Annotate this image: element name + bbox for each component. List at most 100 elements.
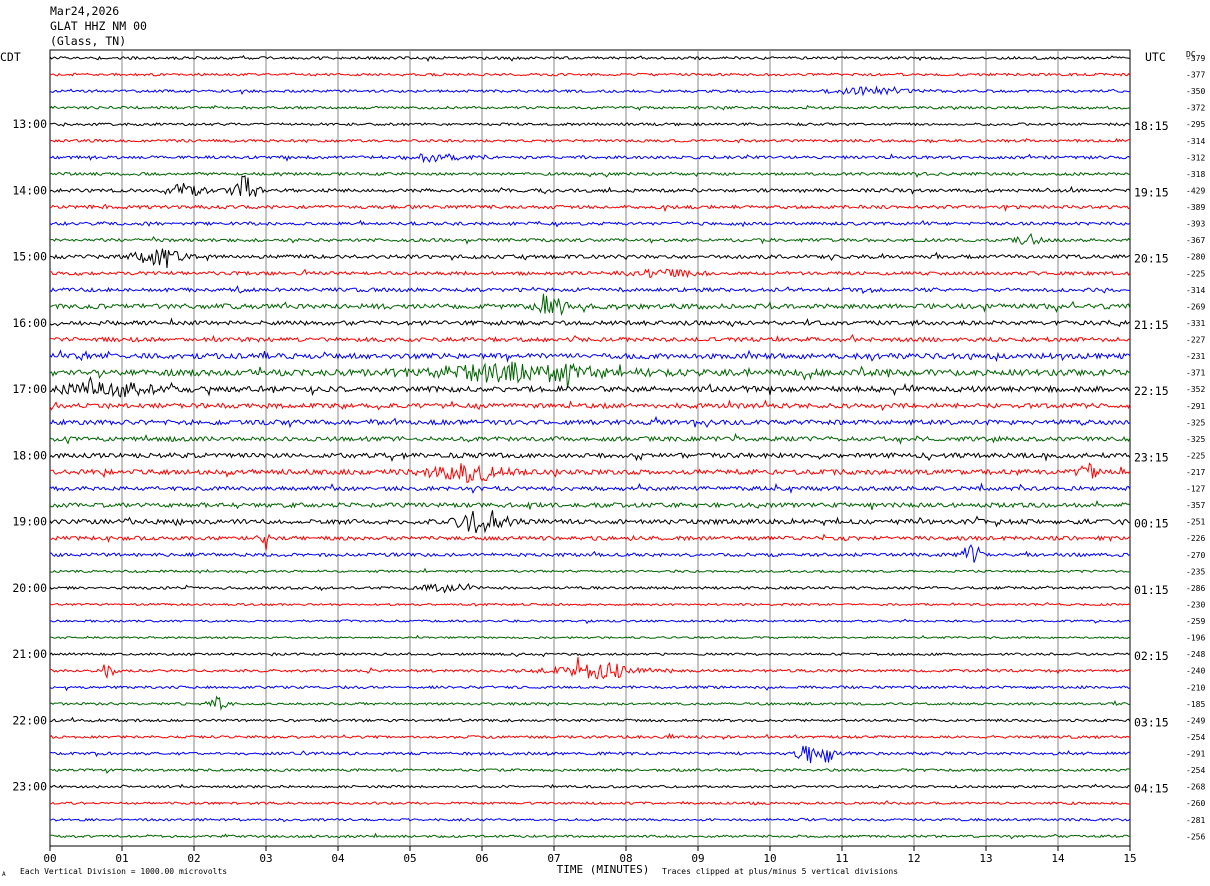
trace-row: [49, 716, 1131, 723]
trace-row: [49, 248, 1131, 269]
trace-row: [49, 137, 1130, 144]
left-hour-label: 23:00: [12, 780, 47, 794]
dc-offset-label: -259: [1186, 617, 1205, 626]
trace-row: [49, 333, 1131, 343]
dc-offset-label: -393: [1186, 220, 1205, 229]
trace-row: [49, 285, 1131, 295]
dc-offset-label: -291: [1186, 402, 1205, 411]
plot-frame: [49, 49, 1131, 847]
trace-row: [49, 121, 1131, 127]
left-hour-label: 15:00: [12, 250, 47, 264]
trace-row: [49, 54, 1131, 62]
left-hour-label: 16:00: [12, 316, 47, 330]
trace-row: [49, 415, 1131, 429]
x-tick-label: 02: [187, 852, 200, 865]
dc-offset-label: -127: [1186, 485, 1205, 494]
right-hour-label: 20:15: [1134, 252, 1169, 266]
right-hour-label: 01:15: [1134, 583, 1169, 597]
left-timezone-label: CDT: [0, 50, 21, 64]
trace-row: [49, 544, 1131, 563]
dc-offset-label: -291: [1186, 750, 1205, 759]
x-tick-label: 00: [43, 852, 56, 865]
dc-offset-label: -377: [1186, 71, 1205, 80]
trace-row: [49, 268, 1131, 279]
trace-row: [49, 510, 1131, 534]
trace-row: [49, 582, 1131, 594]
trace-row: [49, 832, 1130, 840]
left-hour-label: 14:00: [12, 183, 47, 197]
dc-offset-label: -286: [1186, 584, 1205, 593]
x-tick-label: 03: [259, 852, 272, 865]
dc-offset-label: -269: [1186, 302, 1205, 311]
dc-offset-label: -371: [1186, 369, 1205, 378]
trace-row: [49, 533, 1131, 551]
trace-row: [49, 462, 1131, 484]
right-hour-label: 19:15: [1134, 185, 1169, 199]
dc-offset-label: -196: [1186, 634, 1205, 643]
x-tick-label: 10: [763, 852, 776, 865]
x-axis-label: TIME (MINUTES): [557, 863, 650, 876]
trace-row: [49, 85, 1131, 97]
trace-row: [49, 656, 1131, 680]
trace-row: [49, 153, 1131, 164]
dc-offset-label: -240: [1186, 667, 1205, 676]
trace-row: [49, 783, 1131, 789]
left-hour-label: 13:00: [12, 117, 47, 131]
left-hour-label: 18:00: [12, 448, 47, 462]
trace-row: [49, 567, 1131, 575]
trace-row: [49, 732, 1131, 740]
trace-row: [49, 361, 1131, 389]
trace-row: [49, 800, 1131, 806]
dc-offset-label: -314: [1186, 286, 1205, 295]
right-timezone-label: UTC: [1145, 50, 1166, 64]
x-tick-label: 06: [475, 852, 488, 865]
trace-row: [49, 72, 1131, 77]
left-hour-label: 19:00: [12, 515, 47, 529]
dc-offset-label: -367: [1186, 236, 1205, 245]
dc-offset-label: -254: [1186, 733, 1205, 742]
dc-offset-label: -249: [1186, 716, 1205, 725]
right-hour-label: 02:15: [1134, 649, 1169, 663]
x-tick-label: 01: [115, 852, 128, 865]
trace-row: [49, 695, 1131, 711]
x-tick-label: 13: [979, 852, 992, 865]
dc-offset-label: -227: [1186, 336, 1205, 345]
clip-note: Traces clipped at plus/minus 5 vertical …: [662, 867, 898, 876]
dc-offset-label: -429: [1186, 186, 1205, 195]
dc-offset-label: -248: [1186, 650, 1205, 659]
dc-offset-label: -389: [1186, 203, 1205, 212]
trace-row: [49, 375, 1131, 398]
dc-offset-label: -254: [1186, 766, 1205, 775]
dc-offset-label: -230: [1186, 600, 1205, 609]
scale-note: Each Vertical Division = 1000.00 microvo…: [20, 867, 227, 876]
right-hour-label: 18:15: [1134, 119, 1169, 133]
dc-offset-label: -318: [1186, 170, 1205, 179]
grid: [49, 49, 1131, 851]
trace-row: [50, 232, 1131, 246]
dc-offset-label: -260: [1186, 799, 1205, 808]
trace-row: [49, 618, 1131, 625]
dc-offset-label: -312: [1186, 153, 1205, 162]
trace-row: [49, 203, 1131, 213]
x-tick-label: 15: [1123, 852, 1136, 865]
dc-offset-label: -372: [1186, 104, 1205, 113]
x-tick-label: 04: [331, 852, 345, 865]
left-hour-label: 22:00: [12, 713, 47, 727]
x-tick-label: 11: [835, 852, 848, 865]
dc-offset-label: -270: [1186, 551, 1205, 560]
dc-column-label: DC: [1186, 50, 1196, 59]
trace-row: [49, 104, 1131, 112]
dc-offset-label: -210: [1186, 683, 1205, 692]
dc-offset-label: -331: [1186, 319, 1205, 328]
dc-offset-label: -314: [1186, 137, 1205, 146]
trace-row: [49, 432, 1131, 445]
dc-offset-label: -231: [1186, 352, 1205, 361]
dc-offset-label: -226: [1186, 534, 1205, 543]
dc-offset-label: -185: [1186, 700, 1205, 709]
dc-offset-label: -217: [1186, 468, 1205, 477]
dc-offset-label: -225: [1186, 269, 1205, 278]
trace-row: [49, 317, 1131, 328]
dc-offset-label: -280: [1186, 253, 1205, 262]
right-hour-label: 23:15: [1134, 450, 1169, 464]
x-tick-label: 09: [691, 852, 704, 865]
